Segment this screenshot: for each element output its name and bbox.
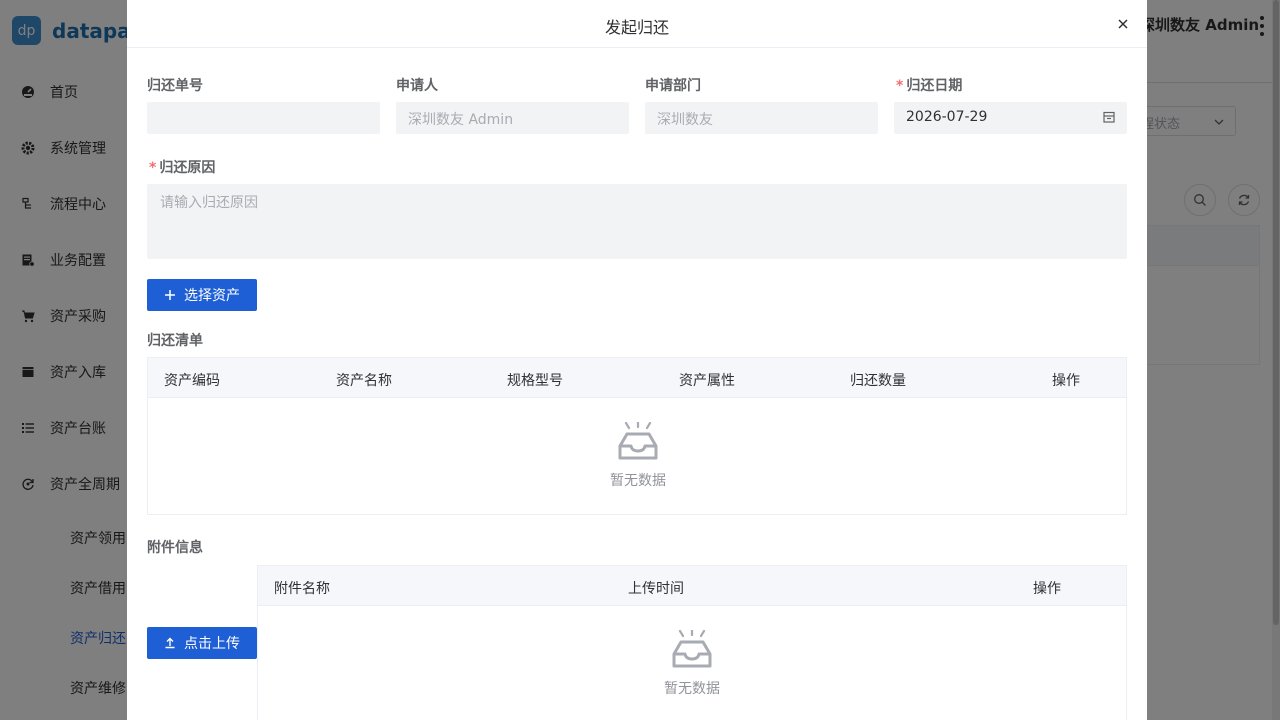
applicant-label: 申请人	[396, 78, 438, 94]
empty-text: 暂无数据	[664, 681, 720, 697]
column-header: 归还数量	[850, 373, 906, 389]
return-list-table: 资产编码 资产名称 规格型号 资产属性 归还数量 操作 暂无数据	[147, 357, 1127, 515]
reason-label: * 归还原因	[149, 160, 216, 176]
applicant-placeholder: 深圳数友 Admin	[408, 112, 514, 128]
empty-inbox-icon	[618, 422, 658, 460]
empty-inbox-icon	[672, 630, 712, 668]
select-asset-button[interactable]: 选择资产	[147, 279, 257, 311]
department-label: 申请部门	[645, 78, 701, 94]
return-date-label: * 归还日期	[896, 78, 963, 94]
attachments-title: 附件信息	[147, 540, 203, 556]
required-mark: *	[149, 160, 157, 176]
table-header: 附件名称 上传时间 操作	[258, 566, 1126, 606]
close-button[interactable]	[1113, 14, 1133, 34]
department-placeholder: 深圳数友	[657, 112, 713, 128]
empty-state: 暂无数据	[588, 422, 688, 490]
applicant-input[interactable]: 深圳数友 Admin	[396, 102, 629, 134]
column-header: 资产名称	[336, 373, 392, 389]
calendar-icon	[1103, 111, 1115, 123]
column-header: 上传时间	[628, 581, 684, 597]
return-date-value: 2026-07-29	[906, 109, 988, 125]
empty-state: 暂无数据	[642, 630, 742, 698]
dialog-title: 发起归还	[604, 18, 669, 37]
return-no-label: 归还单号	[147, 78, 203, 94]
reason-placeholder: 请输入归还原因	[160, 195, 258, 211]
table-header: 资产编码 资产名称 规格型号 资产属性 归还数量 操作	[148, 358, 1126, 398]
column-header: 资产属性	[679, 373, 735, 389]
column-header: 资产编码	[164, 373, 220, 389]
return-date-picker[interactable]: 2026-07-29	[894, 102, 1127, 134]
reason-textarea[interactable]: 请输入归还原因	[147, 184, 1127, 259]
return-dialog: 发起归还 归还单号 申请人 申请部门 * 归还日期 深圳数友 Admin 深圳数友…	[127, 0, 1147, 720]
empty-text: 暂无数据	[610, 473, 666, 489]
upload-button[interactable]: 点击上传	[147, 627, 257, 659]
column-header: 操作	[1052, 373, 1080, 389]
upload-icon	[164, 637, 176, 649]
close-icon	[1118, 19, 1128, 29]
column-header: 附件名称	[274, 581, 330, 597]
column-header: 操作	[1033, 581, 1061, 597]
attachments-table: 附件名称 上传时间 操作 暂无数据	[257, 565, 1127, 720]
plus-icon	[164, 289, 176, 301]
return-no-input[interactable]	[147, 102, 380, 134]
column-header: 规格型号	[507, 373, 563, 389]
dialog-header: 发起归还	[127, 0, 1147, 48]
return-list-title: 归还清单	[147, 333, 203, 349]
required-mark: *	[896, 78, 904, 94]
department-input[interactable]: 深圳数友	[645, 102, 878, 134]
